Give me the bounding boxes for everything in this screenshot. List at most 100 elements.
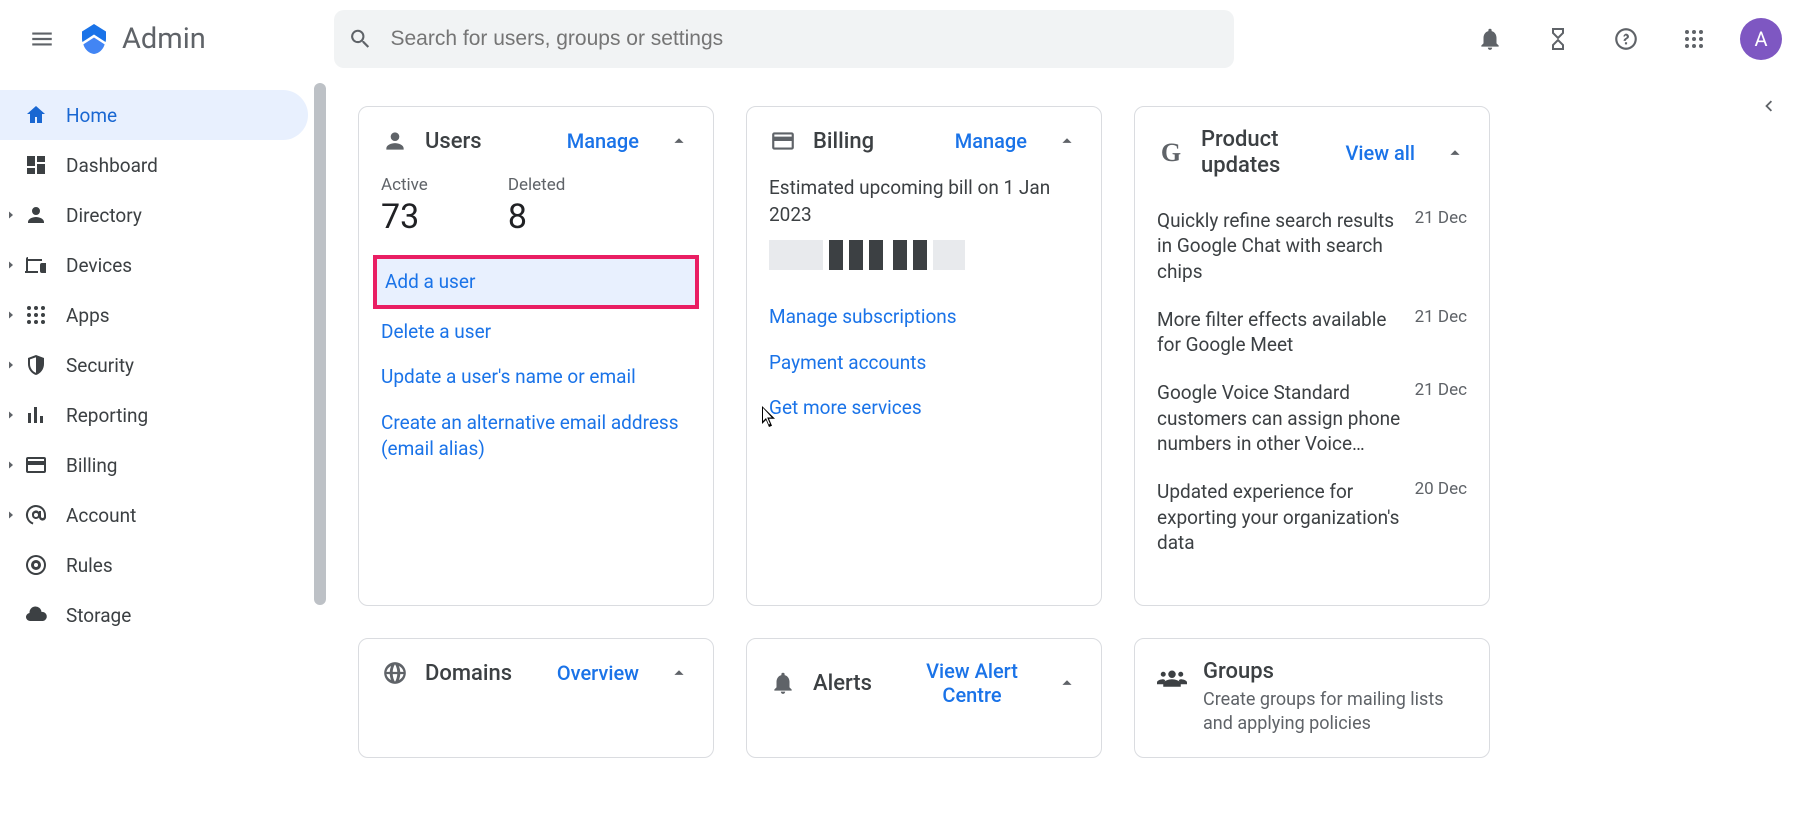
expand-arrow-icon — [2, 406, 20, 424]
alerts-collapse-button[interactable] — [1055, 671, 1079, 695]
update-date: 21 Dec — [1415, 208, 1467, 228]
admin-logo[interactable]: Admin — [76, 21, 206, 57]
hamburger-icon — [29, 26, 55, 52]
admin-logo-icon — [76, 21, 112, 57]
users-stats: Active 73 Deleted 8 — [381, 175, 691, 237]
help-button[interactable] — [1602, 15, 1650, 63]
shield-icon — [24, 353, 48, 377]
alerts-card: Alerts View Alert Centre — [746, 638, 1102, 758]
apps-launcher-button[interactable] — [1670, 15, 1718, 63]
sidebar-scroll-thumb[interactable] — [314, 83, 326, 605]
billing-manage-link[interactable]: Manage — [955, 129, 1027, 153]
groups-card[interactable]: Groups Create groups for mailing lists a… — [1134, 638, 1490, 758]
search-icon — [348, 26, 373, 52]
tasks-button[interactable] — [1534, 15, 1582, 63]
sidebar-item-label: Storage — [66, 604, 131, 627]
collapse-side-panel-button[interactable] — [1750, 88, 1786, 124]
update-date: 21 Dec — [1415, 380, 1467, 400]
groups-icon — [1157, 663, 1187, 697]
chevron-left-icon — [1757, 95, 1779, 117]
sidebar-item-account[interactable]: Account — [0, 490, 308, 540]
updates-card-title: Product updates — [1201, 127, 1331, 180]
update-item[interactable]: More filter effects available for Google… — [1157, 299, 1467, 372]
search-bar[interactable] — [334, 10, 1234, 68]
get-more-services-link[interactable]: Get more services — [769, 385, 1079, 431]
top-bar: Admin A — [0, 0, 1800, 78]
help-icon — [1613, 26, 1639, 52]
sidebar-wrap: Home Dashboard Directory Devices Apps Securit… — [0, 78, 326, 828]
card-icon — [769, 127, 797, 155]
dashboard-icon — [24, 153, 48, 177]
avatar-initial: A — [1754, 27, 1767, 51]
sidebar-item-label: Home — [66, 104, 117, 127]
delete-a-user-link[interactable]: Delete a user — [381, 309, 691, 355]
at-icon — [24, 503, 48, 527]
add-a-user-link[interactable]: Add a user — [373, 255, 699, 309]
update-date: 20 Dec — [1415, 479, 1467, 499]
sidebar-item-directory[interactable]: Directory — [0, 190, 308, 240]
create-alias-link[interactable]: Create an alternative email address (ema… — [381, 400, 691, 471]
sidebar-item-billing[interactable]: Billing — [0, 440, 308, 490]
sidebar-item-label: Rules — [66, 554, 113, 577]
payment-accounts-link[interactable]: Payment accounts — [769, 340, 1079, 386]
bell-icon — [769, 669, 797, 697]
sidebar-item-label: Apps — [66, 304, 110, 327]
chevron-up-icon — [668, 662, 690, 684]
search-input[interactable] — [391, 27, 1220, 51]
sidebar-item-reporting[interactable]: Reporting — [0, 390, 308, 440]
users-manage-link[interactable]: Manage — [567, 129, 639, 153]
update-item[interactable]: Google Voice Standard customers can assi… — [1157, 372, 1467, 471]
person-icon — [381, 127, 409, 155]
update-item[interactable]: Quickly refine search results in Google … — [1157, 200, 1467, 299]
bar-chart-icon — [24, 403, 48, 427]
deleted-users-stat: Deleted 8 — [508, 175, 565, 237]
admin-logo-text: Admin — [122, 22, 206, 56]
chevron-up-icon — [668, 130, 690, 152]
sidebar: Home Dashboard Directory Devices Apps Securit… — [0, 78, 308, 640]
billing-estimate-text: Estimated upcoming bill on 1 Jan 2023 — [769, 175, 1079, 228]
expand-arrow-icon — [2, 506, 20, 524]
update-item[interactable]: Updated experience for exporting your or… — [1157, 471, 1467, 570]
card-icon — [24, 453, 48, 477]
manage-subscriptions-link[interactable]: Manage subscriptions — [769, 294, 1079, 340]
sidebar-item-label: Account — [66, 504, 136, 527]
sidebar-item-label: Billing — [66, 454, 117, 477]
view-alert-centre-link[interactable]: View Alert Centre — [917, 659, 1027, 707]
apps-grid-icon — [1682, 27, 1706, 51]
sidebar-item-home[interactable]: Home — [0, 90, 308, 140]
sidebar-item-label: Dashboard — [66, 154, 158, 177]
updates-collapse-button[interactable] — [1443, 141, 1467, 165]
home-icon — [24, 103, 48, 127]
globe-icon — [381, 659, 409, 687]
expand-arrow-icon — [2, 356, 20, 374]
sidebar-item-apps[interactable]: Apps — [0, 290, 308, 340]
update-user-link[interactable]: Update a user's name or email — [381, 354, 691, 400]
domains-collapse-button[interactable] — [667, 661, 691, 685]
sidebar-item-label: Directory — [66, 204, 142, 227]
users-card: Users Manage Active 73 Deleted 8 Add a u… — [358, 106, 714, 606]
sidebar-item-label: Devices — [66, 254, 132, 277]
domains-card-title: Domains — [425, 661, 512, 686]
sidebar-item-storage[interactable]: Storage — [0, 590, 308, 640]
content-area: Home Dashboard Directory Devices Apps Securit… — [0, 78, 1800, 828]
main-menu-button[interactable] — [20, 17, 64, 61]
updates-view-all-link[interactable]: View all — [1345, 141, 1415, 165]
expand-arrow-icon — [2, 306, 20, 324]
notifications-icon — [1477, 26, 1503, 52]
domains-card: Domains Overview — [358, 638, 714, 758]
hourglass-icon — [1546, 26, 1570, 52]
domains-overview-link[interactable]: Overview — [557, 661, 639, 685]
sidebar-item-rules[interactable]: Rules — [0, 540, 308, 590]
sidebar-item-dashboard[interactable]: Dashboard — [0, 140, 308, 190]
notifications-button[interactable] — [1466, 15, 1514, 63]
chevron-up-icon — [1056, 672, 1078, 694]
users-collapse-button[interactable] — [667, 129, 691, 153]
account-avatar[interactable]: A — [1740, 18, 1782, 60]
cards-row-1: Users Manage Active 73 Deleted 8 Add a u… — [358, 106, 1800, 606]
expand-arrow-icon — [2, 456, 20, 474]
sidebar-item-devices[interactable]: Devices — [0, 240, 308, 290]
active-users-stat: Active 73 — [381, 175, 428, 237]
cards-row-2: Domains Overview Alerts View Alert Centr… — [358, 638, 1800, 758]
sidebar-item-security[interactable]: Security — [0, 340, 308, 390]
billing-collapse-button[interactable] — [1055, 129, 1079, 153]
